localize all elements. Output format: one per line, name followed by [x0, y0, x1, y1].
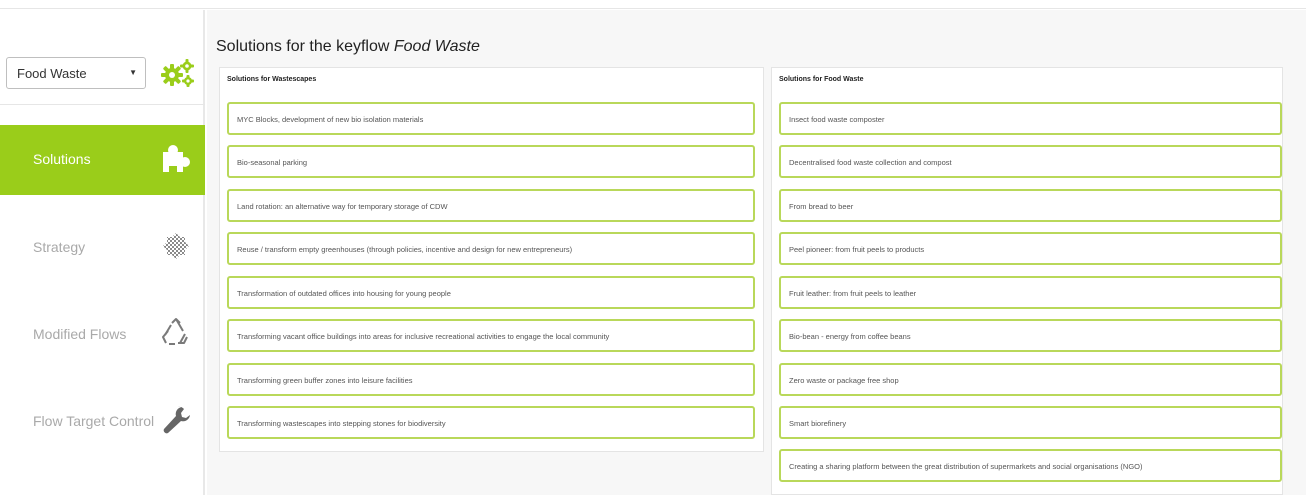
sidebar-item-label: Modified Flows	[33, 326, 127, 342]
sidebar-item-label: Solutions	[33, 151, 91, 167]
panel-title: Solutions for Wastescapes	[227, 76, 317, 83]
solution-item[interactable]: Insect food waste composter	[779, 102, 1282, 135]
keyflow-selector-row: Food Waste ▼	[6, 51, 196, 95]
solution-item[interactable]: Reuse / transform empty greenhouses (thr…	[227, 232, 755, 265]
panel-title: Solutions for Food Waste	[779, 76, 864, 83]
sidebar: Food Waste ▼ Solutions Strategy Modified…	[0, 10, 205, 495]
wastescapes-solutions-panel: Solutions for Wastescapes MYC Blocks, de…	[219, 67, 764, 452]
solution-item[interactable]: Creating a sharing platform between the …	[779, 449, 1282, 482]
sidebar-divider	[0, 104, 205, 105]
sidebar-item-flow-target-control[interactable]: Flow Target Control	[0, 387, 205, 457]
keyflow-select-value: Food Waste	[17, 66, 87, 81]
solution-item[interactable]: MYC Blocks, development of new bio isola…	[227, 102, 755, 135]
solution-item[interactable]: Land rotation: an alternative way for te…	[227, 189, 755, 222]
solution-item[interactable]: Transformation of outdated offices into …	[227, 276, 755, 309]
page-title-keyflow: Food Waste	[393, 38, 480, 55]
top-divider	[0, 8, 1306, 9]
solution-item[interactable]: Bio-bean - energy from coffee beans	[779, 319, 1282, 352]
puzzle-icon	[163, 145, 190, 172]
solution-item[interactable]: Transforming wastescapes into stepping s…	[227, 406, 755, 439]
main-content: Solutions for the keyflow Food Waste Sol…	[207, 10, 1306, 495]
checkerboard-icon	[163, 233, 189, 259]
solution-item[interactable]: Fruit leather: from fruit peels to leath…	[779, 276, 1282, 309]
sidebar-item-solutions[interactable]: Solutions	[0, 125, 205, 195]
chevron-down-icon: ▼	[129, 68, 137, 77]
solution-item[interactable]: Peel pioneer: from fruit peels to produc…	[779, 232, 1282, 265]
wrench-icon	[163, 406, 190, 434]
solution-item[interactable]: Bio-seasonal parking	[227, 145, 755, 178]
keyflow-select[interactable]: Food Waste ▼	[6, 57, 146, 89]
food-waste-solutions-panel: Solutions for Food Waste Insect food was…	[771, 67, 1283, 495]
solution-item[interactable]: From bread to beer	[779, 189, 1282, 222]
solution-item[interactable]: Zero waste or package free shop	[779, 363, 1282, 396]
page-title: Solutions for the keyflow Food Waste	[216, 38, 480, 56]
page-title-prefix: Solutions for the keyflow	[216, 38, 390, 55]
solution-item[interactable]: Transforming vacant office buildings int…	[227, 319, 755, 352]
gears-icon[interactable]	[160, 57, 196, 89]
solution-item[interactable]: Decentralised food waste collection and …	[779, 145, 1282, 178]
sidebar-item-label: Strategy	[33, 239, 86, 255]
sidebar-item-strategy[interactable]: Strategy	[0, 213, 205, 283]
solution-item[interactable]: Smart biorefinery	[779, 406, 1282, 439]
sidebar-item-label: Flow Target Control	[33, 413, 155, 429]
sidebar-item-modified-flows[interactable]: Modified Flows	[0, 300, 205, 370]
recycle-icon	[162, 318, 188, 345]
solution-item[interactable]: Transforming green buffer zones into lei…	[227, 363, 755, 396]
